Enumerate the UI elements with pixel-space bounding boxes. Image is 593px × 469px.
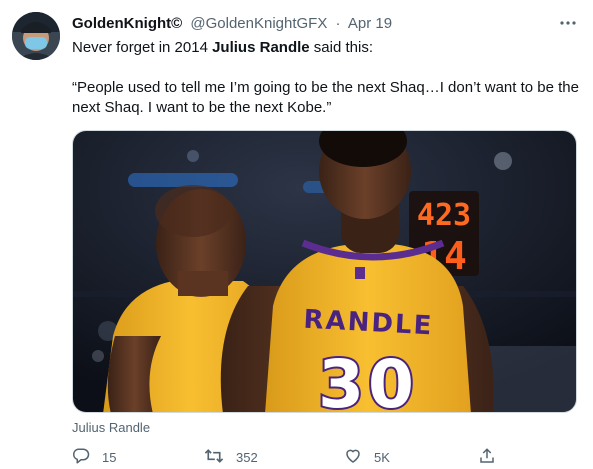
like-button[interactable]: 5K — [344, 446, 390, 468]
intro-suffix: said this: — [309, 39, 373, 56]
reply-icon — [72, 447, 90, 468]
more-horizontal-icon[interactable] — [559, 14, 577, 32]
jersey-number: 30 — [318, 346, 418, 413]
reply-count: 15 — [102, 449, 117, 465]
share-button[interactable] — [478, 446, 496, 468]
tweet-intro-line: Never forget in 2014 Julius Randle said … — [72, 38, 582, 58]
tweet-header: GoldenKnight© @GoldenKnightGFX · Apr 19 — [72, 14, 392, 34]
retweet-button[interactable]: 352 — [204, 446, 258, 468]
retweet-count: 352 — [236, 449, 258, 465]
action-bar: 15 352 5K — [72, 446, 582, 468]
tweet-date[interactable]: Apr 19 — [348, 15, 392, 32]
like-count: 5K — [374, 449, 390, 465]
reply-button[interactable]: 15 — [72, 446, 116, 468]
author-name[interactable]: GoldenKnight — [72, 15, 171, 32]
photo-caption[interactable]: Julius Randle — [72, 420, 150, 435]
heart-icon — [344, 447, 362, 468]
retweet-icon — [204, 447, 224, 468]
intro-prefix: Never forget in 2014 — [72, 39, 213, 56]
author-badge-icon: © — [171, 15, 183, 32]
header-separator: · — [335, 15, 341, 32]
tweet-quote: “People used to tell me I’m going to be … — [72, 79, 579, 116]
scoreboard-top: 423 — [417, 198, 471, 233]
tweet[interactable]: GoldenKnight© @GoldenKnightGFX · Apr 19 … — [0, 0, 593, 469]
author-handle[interactable]: @GoldenKnightGFX — [190, 15, 327, 32]
share-icon — [478, 447, 496, 468]
intro-bold-name: Julius Randle — [212, 39, 310, 56]
tweet-text: Never forget in 2014 Julius Randle said … — [72, 38, 582, 118]
avatar[interactable] — [12, 12, 60, 60]
tweet-photo[interactable]: 423 14 RANDLE 30 — [72, 130, 577, 413]
